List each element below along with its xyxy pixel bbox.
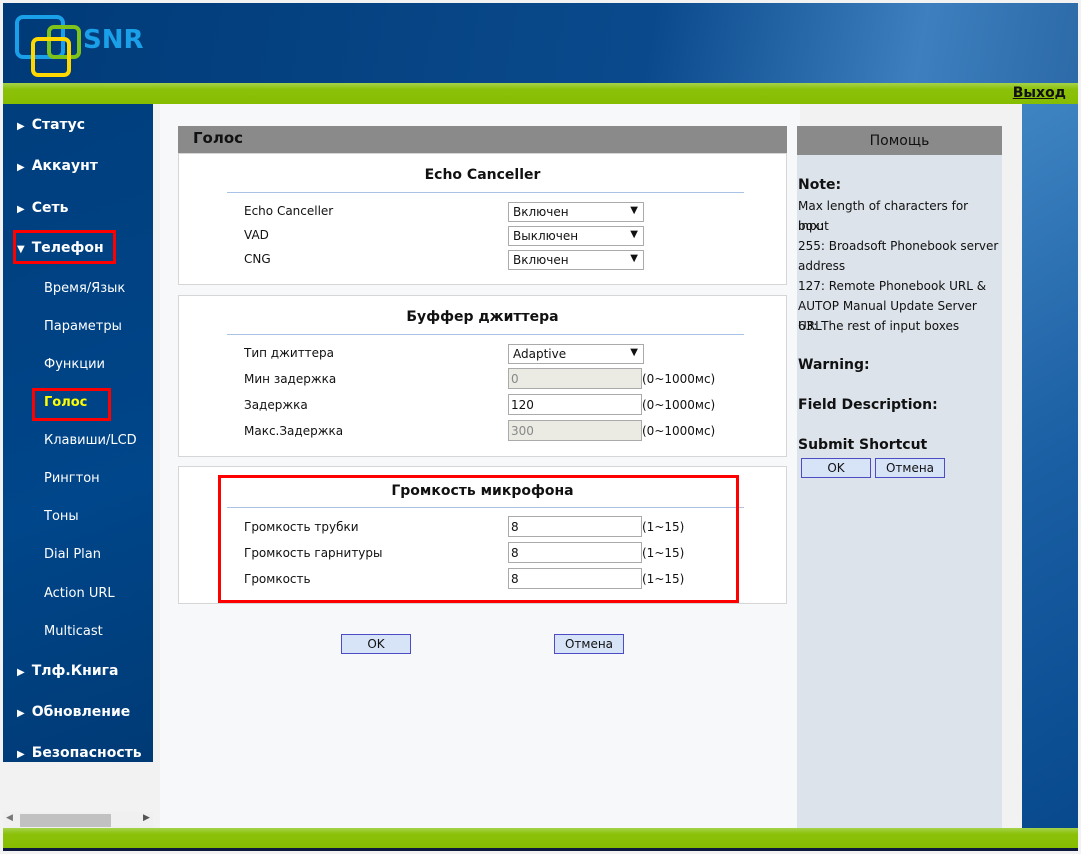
field-label: Echo Canceller bbox=[244, 204, 334, 218]
note-heading: Note: bbox=[798, 177, 842, 193]
header-banner: SNR bbox=[3, 3, 1078, 83]
field-label: CNG bbox=[244, 252, 271, 266]
nav-params[interactable]: Параметры bbox=[44, 319, 122, 334]
triangle-right-icon: ▶ bbox=[17, 204, 25, 215]
bottom-bar bbox=[3, 828, 1078, 851]
help-title: Помощь bbox=[797, 126, 1002, 155]
nav-label: Статус bbox=[31, 117, 86, 133]
snr-logo: SNR bbox=[11, 11, 151, 77]
jitter-section: Буффер джиттера Тип джиттера Adaptive ▼ М… bbox=[178, 295, 787, 457]
range-hint: (0~1000мс) bbox=[642, 398, 716, 412]
shortcut-cancel-button[interactable]: Отмена bbox=[875, 458, 945, 478]
min-delay-input[interactable]: 0 bbox=[508, 368, 642, 389]
note-line: 255: Broadsoft Phonebook server bbox=[798, 239, 999, 253]
nav-label: Обновление bbox=[31, 704, 131, 720]
triangle-right-icon: ▶ bbox=[17, 121, 25, 132]
submit-shortcut-heading: Submit Shortcut bbox=[798, 437, 928, 453]
nav-keys-lcd[interactable]: Клавиши/LCD bbox=[44, 433, 137, 448]
select-value: Включен bbox=[513, 253, 569, 267]
nav-account[interactable]: ▶ Аккаунт bbox=[17, 158, 98, 174]
scroll-right-icon[interactable]: ▶ bbox=[143, 813, 150, 823]
nav-network[interactable]: ▶ Сеть bbox=[17, 200, 68, 216]
nav-functions[interactable]: Функции bbox=[44, 357, 105, 372]
nav-time-lang[interactable]: Время/Язык bbox=[44, 281, 125, 296]
top-bar: Выход bbox=[3, 83, 1078, 104]
dropdown-arrow-icon: ▼ bbox=[630, 205, 638, 216]
field-label: Тип джиттера bbox=[244, 346, 335, 360]
field-label: Макс.Задержка bbox=[244, 424, 344, 438]
highlight-box bbox=[13, 230, 116, 264]
nav-upgrade[interactable]: ▶ Обновление bbox=[17, 704, 130, 720]
section-title: Echo Canceller bbox=[424, 167, 541, 183]
logout-link[interactable]: Выход bbox=[1013, 85, 1066, 101]
range-hint: (0~1000мс) bbox=[642, 372, 716, 386]
sidebar-scrollbar[interactable]: ◀ ▶ bbox=[3, 812, 153, 828]
triangle-right-icon: ▶ bbox=[17, 749, 25, 760]
nav-multicast[interactable]: Multicast bbox=[44, 624, 103, 639]
logo-text: SNR bbox=[83, 25, 144, 55]
divider bbox=[227, 192, 744, 193]
section-title: Буффер джиттера bbox=[406, 309, 559, 325]
select-value: Adaptive bbox=[513, 347, 567, 361]
nav-security[interactable]: ▶ Безопасность bbox=[17, 745, 142, 761]
range-hint: (0~1000мс) bbox=[642, 424, 716, 438]
field-description-heading: Field Description: bbox=[798, 397, 938, 413]
nav-label: Тлф.Книга bbox=[31, 663, 119, 679]
nav-status[interactable]: ▶ Статус bbox=[17, 117, 85, 133]
dropdown-arrow-icon: ▼ bbox=[630, 347, 638, 358]
dropdown-arrow-icon: ▼ bbox=[630, 253, 638, 264]
note-line: 63: The rest of input boxes bbox=[798, 319, 960, 333]
cng-select[interactable]: Включен ▼ bbox=[508, 250, 644, 270]
help-panel: Помощь Note: Max length of characters fo… bbox=[797, 126, 1002, 828]
note-line: address bbox=[798, 259, 846, 273]
nav-label: Сеть bbox=[31, 200, 69, 216]
cancel-button[interactable]: Отмена bbox=[554, 634, 624, 654]
page-title: Голос bbox=[178, 126, 787, 153]
highlight-box bbox=[32, 388, 111, 421]
echo-section: Echo Canceller Echo Canceller Включен ▼ V… bbox=[178, 153, 787, 285]
max-delay-input[interactable]: 300 bbox=[508, 420, 642, 441]
field-label: Задержка bbox=[244, 398, 308, 412]
nav-label: Безопасность bbox=[31, 745, 142, 761]
triangle-right-icon: ▶ bbox=[17, 162, 25, 173]
nav-action-url[interactable]: Action URL bbox=[44, 586, 115, 601]
highlight-box bbox=[218, 475, 739, 603]
nav-tones[interactable]: Тоны bbox=[44, 509, 79, 524]
divider bbox=[227, 334, 744, 335]
scrollbar-thumb[interactable] bbox=[20, 814, 111, 827]
delay-input[interactable]: 120 bbox=[508, 394, 642, 415]
right-decoration bbox=[1022, 104, 1078, 828]
scroll-left-icon[interactable]: ◀ bbox=[6, 813, 13, 823]
dropdown-arrow-icon: ▼ bbox=[630, 229, 638, 240]
warning-heading: Warning: bbox=[798, 357, 870, 373]
triangle-right-icon: ▶ bbox=[17, 667, 25, 678]
triangle-right-icon: ▶ bbox=[17, 708, 25, 719]
select-value: Выключен bbox=[513, 229, 579, 243]
nav-dial-plan[interactable]: Dial Plan bbox=[44, 547, 101, 562]
nav-phonebook[interactable]: ▶ Тлф.Книга bbox=[17, 663, 118, 679]
field-label: VAD bbox=[244, 228, 269, 242]
nav-ringtone[interactable]: Рингтон bbox=[44, 471, 100, 486]
vad-select[interactable]: Выключен ▼ bbox=[508, 226, 644, 246]
note-line: 127: Remote Phonebook URL & bbox=[798, 279, 987, 293]
echo-canceller-select[interactable]: Включен ▼ bbox=[508, 202, 644, 222]
sidebar: ▶ Статус ▶ Аккаунт ▶ Сеть ▼ Телефон Время/Яз… bbox=[3, 104, 153, 762]
note-line: box: bbox=[798, 219, 824, 233]
shortcut-ok-button[interactable]: OK bbox=[801, 458, 871, 478]
jitter-type-select[interactable]: Adaptive ▼ bbox=[508, 344, 644, 364]
ok-button[interactable]: OK bbox=[341, 634, 411, 654]
select-value: Включен bbox=[513, 205, 569, 219]
field-label: Мин задержка bbox=[244, 372, 337, 386]
nav-label: Аккаунт bbox=[31, 158, 98, 174]
